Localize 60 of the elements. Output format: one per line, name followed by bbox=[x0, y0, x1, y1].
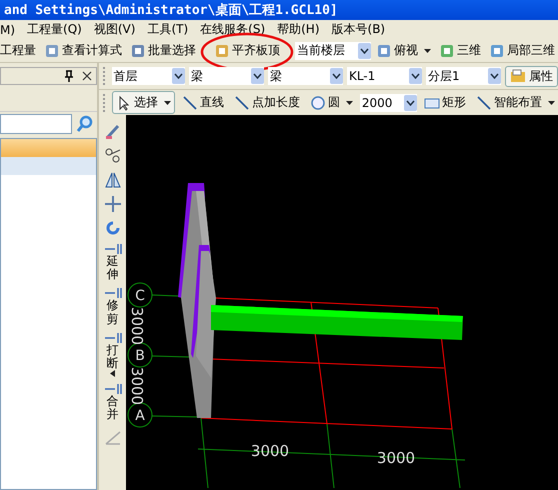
tool-icon bbox=[476, 94, 492, 110]
filter-dropdown[interactable]: KL-1 bbox=[346, 67, 422, 85]
dimension-label: 3000 bbox=[128, 306, 146, 346]
move-icon[interactable] bbox=[104, 195, 122, 213]
tool-icon bbox=[376, 42, 392, 58]
tool-icon bbox=[310, 94, 326, 110]
folder-icon bbox=[510, 69, 526, 83]
tool-icon bbox=[214, 42, 230, 58]
tool-icon bbox=[439, 42, 455, 58]
menu-item[interactable]: 工程量(Q) bbox=[27, 21, 82, 38]
toolbar-button[interactable]: 三维 bbox=[436, 40, 484, 61]
tool-icon bbox=[234, 94, 250, 110]
toolbar-button[interactable]: 点加长度 bbox=[230, 92, 303, 113]
size-dropdown[interactable]: 2000 bbox=[360, 94, 417, 112]
pin-icon[interactable] bbox=[64, 70, 74, 82]
filter-dropdown[interactable]: 梁 bbox=[268, 67, 343, 85]
toolbar-button[interactable]: 矩形 bbox=[421, 92, 469, 113]
axis-marker: B bbox=[128, 342, 152, 368]
filter-dropdown[interactable]: 首层 bbox=[112, 67, 185, 85]
brush-icon[interactable] bbox=[104, 123, 122, 141]
menu-item[interactable]: 帮助(H) bbox=[277, 21, 320, 38]
side-tool-button[interactable]: 延伸 bbox=[102, 243, 122, 282]
floor-dropdown[interactable]: 当前楼层 bbox=[295, 42, 371, 60]
toolbar-button[interactable]: 智能布置 bbox=[473, 92, 558, 113]
mirror-icon[interactable] bbox=[104, 171, 122, 189]
properties-button[interactable]: 属性 bbox=[504, 66, 558, 86]
menu-item[interactable]: M) bbox=[0, 22, 16, 36]
tool-icon bbox=[102, 383, 122, 396]
axis-marker: A bbox=[128, 402, 152, 428]
dimension-label: 3000 bbox=[128, 366, 146, 406]
tool-icon bbox=[489, 42, 505, 58]
tool-icon bbox=[102, 243, 122, 255]
toolbar-button[interactable]: 圆 bbox=[306, 92, 356, 113]
menu-item[interactable]: 版本号(B) bbox=[332, 21, 386, 38]
filter-dropdown[interactable]: 分层1 bbox=[426, 67, 501, 85]
tool-icon bbox=[182, 94, 198, 110]
toolbar-button[interactable]: 局部三维 bbox=[486, 40, 558, 61]
tool-icon bbox=[102, 332, 122, 344]
close-icon[interactable] bbox=[82, 71, 92, 81]
tool-icon bbox=[102, 287, 122, 300]
tool-icon bbox=[130, 42, 146, 58]
search-field[interactable] bbox=[0, 114, 72, 134]
side-tool-button[interactable]: 打断 bbox=[102, 332, 122, 378]
side-tool-button[interactable]: 修剪 bbox=[102, 287, 122, 326]
search-icon[interactable] bbox=[76, 115, 94, 133]
toolbar-button[interactable]: 查看计算式 bbox=[41, 40, 125, 61]
axis-marker: C bbox=[128, 282, 152, 308]
toolbar-button[interactable]: 工程量 bbox=[0, 40, 39, 61]
toolbar-button[interactable]: 俯视 bbox=[373, 40, 434, 61]
menu-item[interactable]: 视图(V) bbox=[94, 21, 136, 38]
toolbar-button[interactable]: 批量选择 bbox=[127, 40, 199, 61]
rotate-icon[interactable] bbox=[104, 219, 122, 237]
scissors-icon[interactable] bbox=[104, 147, 122, 165]
side-tool-button[interactable]: 合并 bbox=[102, 383, 122, 422]
toolbar-button[interactable]: 直线 bbox=[178, 92, 227, 113]
toolbar-button[interactable]: 选择 bbox=[112, 91, 175, 114]
window-title: and Settings\Administrator\桌面\工程1.GCL10] bbox=[4, 2, 338, 19]
menu-item[interactable]: 工具(T) bbox=[147, 21, 188, 38]
filter-dropdown[interactable]: 梁 bbox=[188, 67, 264, 85]
tool-icon bbox=[44, 42, 60, 58]
